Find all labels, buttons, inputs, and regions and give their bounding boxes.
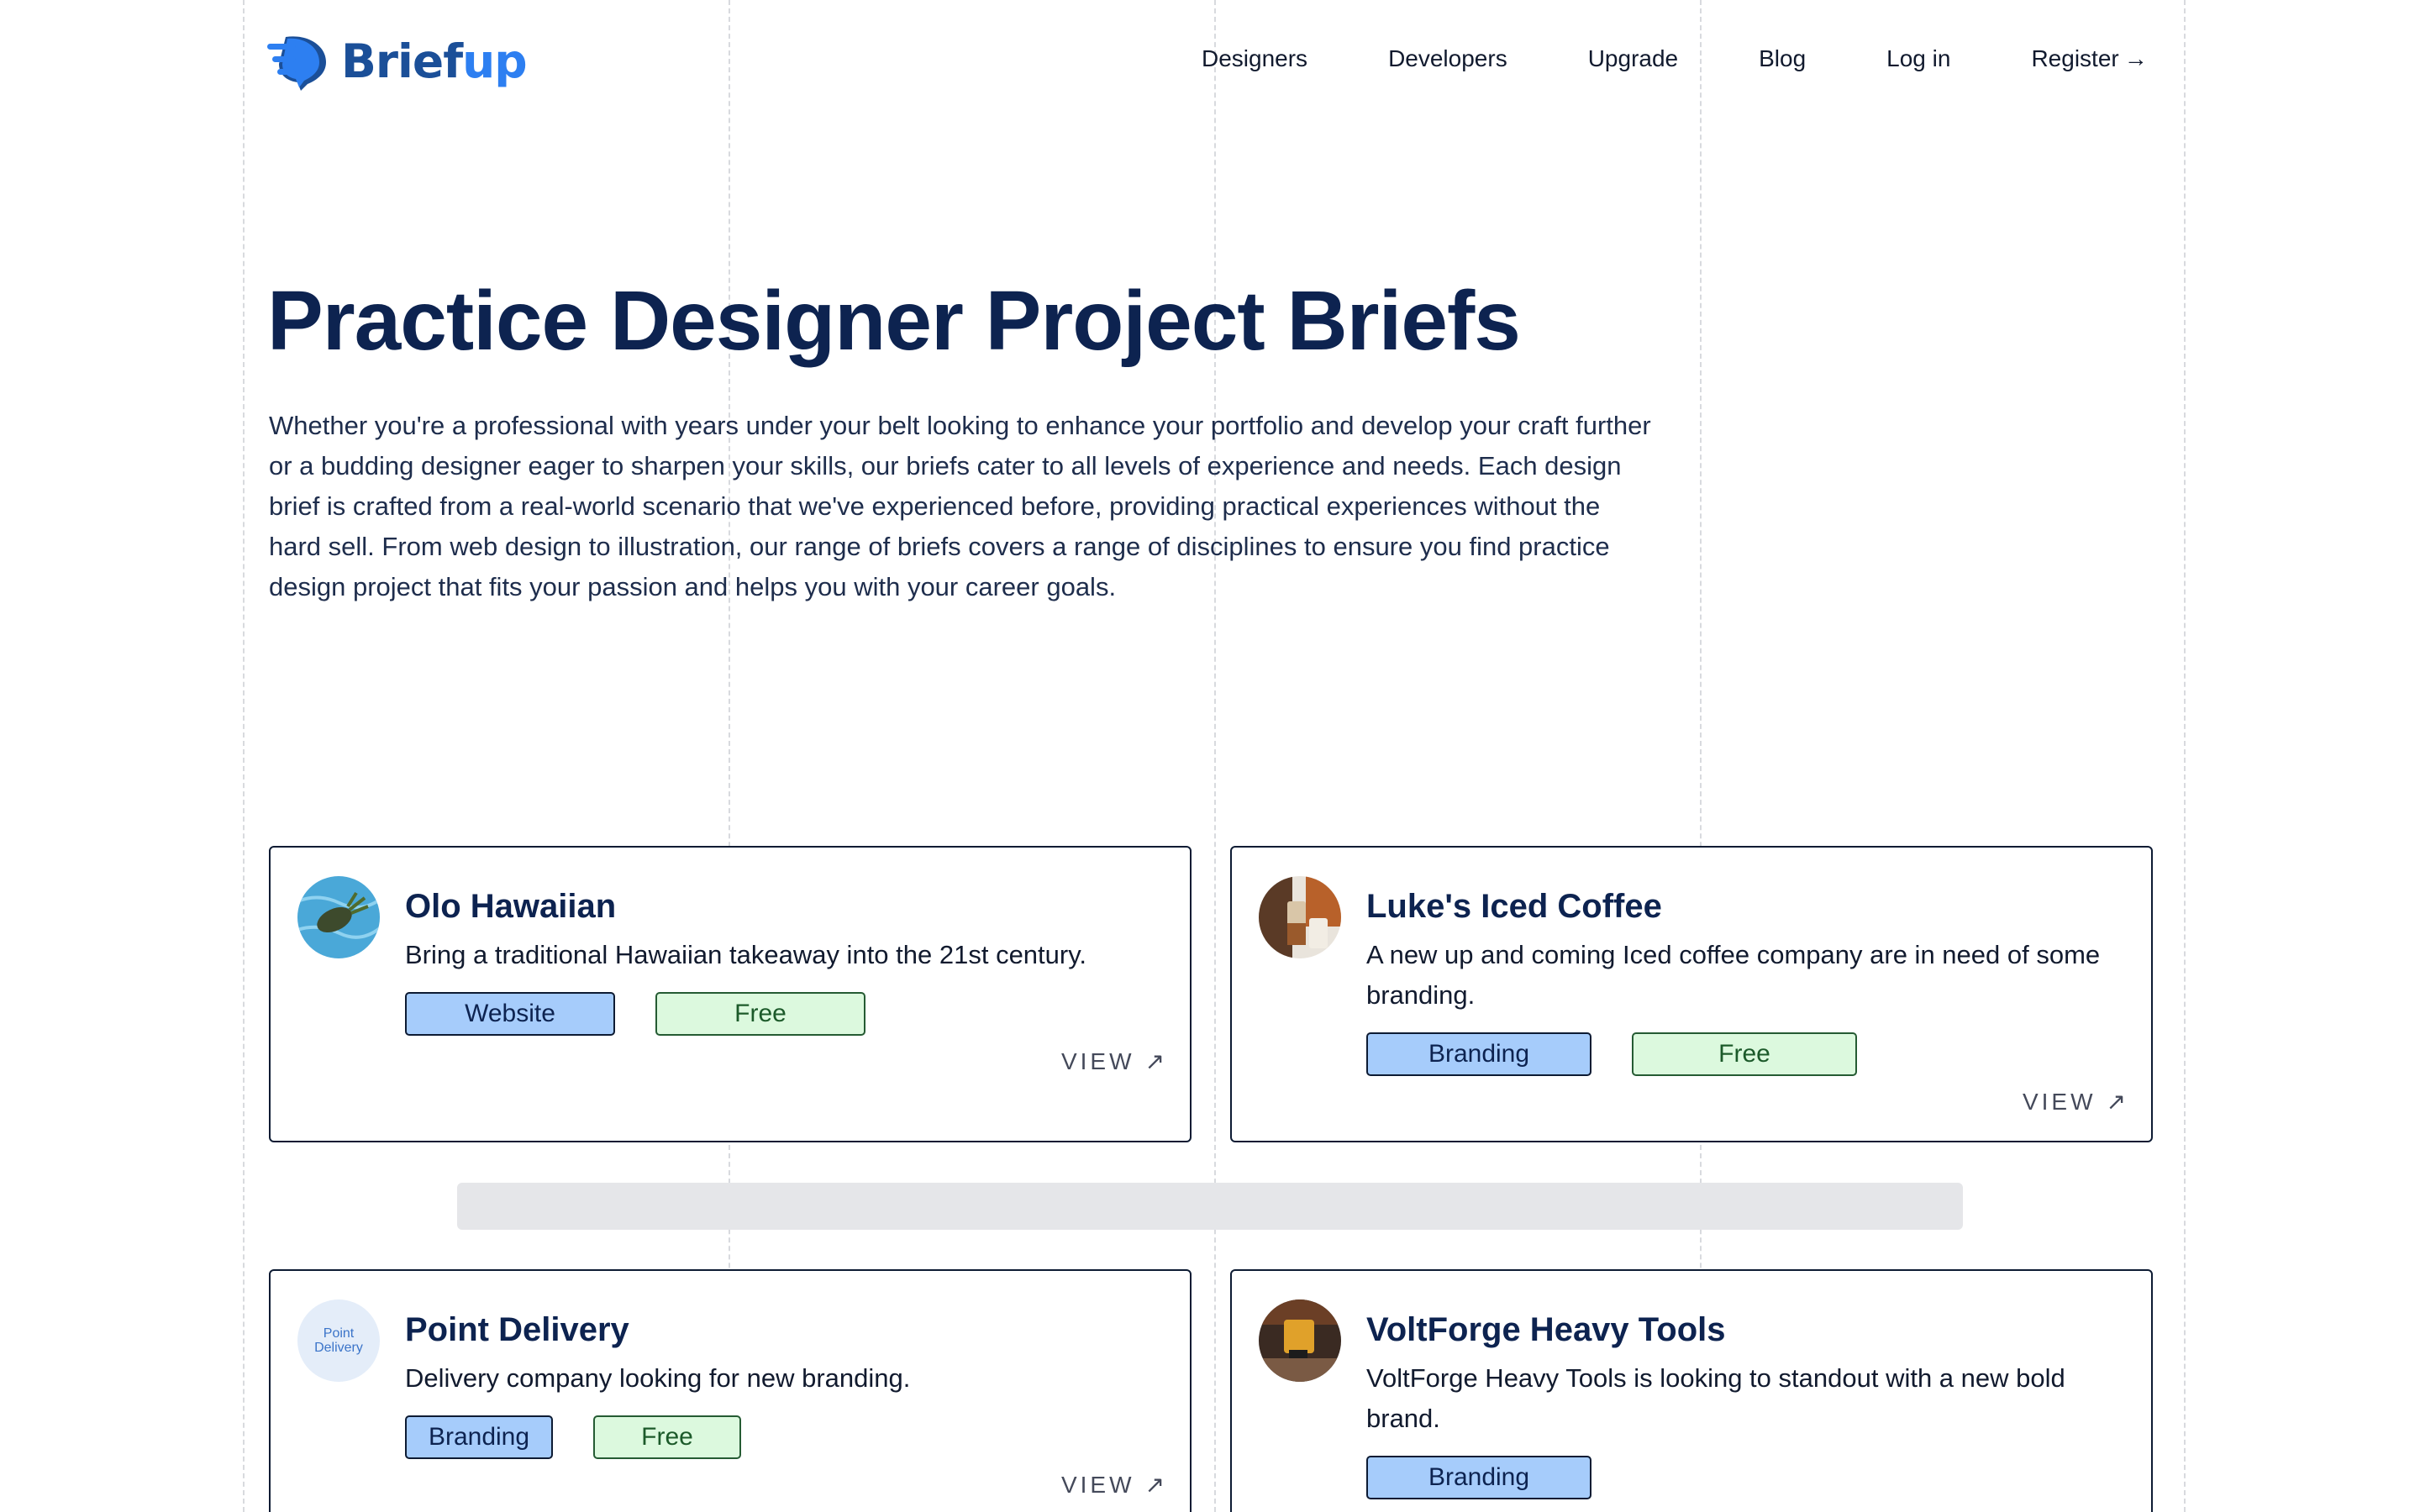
nav-upgrade[interactable]: Upgrade xyxy=(1588,45,1678,72)
nav-blog[interactable]: Blog xyxy=(1759,45,1806,72)
view-label: VIEW xyxy=(1060,1471,1135,1498)
tag-free: Free xyxy=(1632,1032,1857,1076)
briefup-logo-icon xyxy=(267,36,326,91)
brief-title[interactable]: VoltForge Heavy Tools xyxy=(1366,1301,2118,1358)
brief-description: A new up and coming Iced coffee company … xyxy=(1366,940,2101,1010)
page: Briefup Designers Developers Upgrade Blo… xyxy=(0,0,2420,1512)
briefup-logo[interactable]: Briefup xyxy=(267,32,528,91)
nav-log-in[interactable]: Log in xyxy=(1886,45,1950,72)
tag-branding: Branding xyxy=(1366,1456,1591,1499)
nav-designers[interactable]: Designers xyxy=(1202,45,1307,72)
brief-description: Delivery company looking for new brandin… xyxy=(405,1363,911,1393)
view-brief-link[interactable]: VIEW ↗ xyxy=(2023,1088,2126,1116)
brief-title[interactable]: Olo Hawaiian xyxy=(405,878,1156,935)
nav-register[interactable]: Register → xyxy=(2031,45,2147,72)
view-brief-link[interactable]: VIEW ↗ xyxy=(1061,1047,1165,1075)
brand-name: Briefup xyxy=(341,34,528,88)
brief-description: VoltForge Heavy Tools is looking to stan… xyxy=(1366,1363,2065,1433)
brief-title[interactable]: Point Delivery xyxy=(405,1301,1156,1358)
point-delivery-logo: Point Delivery xyxy=(297,1299,380,1382)
brief-description: Bring a traditional Hawaiian takeaway in… xyxy=(405,940,1087,969)
tag-branding: Branding xyxy=(405,1415,553,1459)
arrow-up-right-icon: ↗ xyxy=(2106,1089,2126,1115)
power-tool-avatar-image xyxy=(1259,1299,1341,1382)
main-nav: Designers Developers Upgrade Blog Log in… xyxy=(1202,45,2148,72)
tag-branding: Branding xyxy=(1366,1032,1591,1076)
point-delivery-logo-text-2: Delivery xyxy=(314,1341,363,1355)
tag-free: Free xyxy=(655,992,865,1036)
tag-free: Free xyxy=(593,1415,741,1459)
arrow-up-right-icon: ↗ xyxy=(1144,1472,1165,1498)
page-description: Whether you're a professional with years… xyxy=(269,411,1651,601)
register-label: Register xyxy=(2031,45,2119,71)
brief-card-point-delivery[interactable]: Point Delivery Point Delivery Delivery c… xyxy=(269,1269,1192,1512)
arrow-up-right-icon: ↗ xyxy=(1144,1048,1165,1074)
loading-placeholder xyxy=(457,1183,1963,1230)
view-label: VIEW xyxy=(1060,1047,1135,1074)
tag-website: Website xyxy=(405,992,615,1036)
iced-coffee-avatar-image xyxy=(1259,876,1341,958)
view-brief-link[interactable]: VIEW ↗ xyxy=(1061,1471,1165,1499)
arrow-right-icon: → xyxy=(2123,45,2148,71)
pineapple-avatar-image xyxy=(297,876,380,958)
brief-card-lukes-iced-coffee[interactable]: Luke's Iced Coffee A new up and coming I… xyxy=(1230,846,2153,1142)
page-title: Practice Designer Project Briefs xyxy=(267,274,1521,368)
brief-title[interactable]: Luke's Iced Coffee xyxy=(1366,878,2118,935)
view-label: VIEW xyxy=(2022,1088,2096,1115)
nav-developers[interactable]: Developers xyxy=(1388,45,1507,72)
brief-card-olo-hawaiian[interactable]: Olo Hawaiian Bring a traditional Hawaiia… xyxy=(269,846,1192,1142)
point-delivery-logo-text-1: Point xyxy=(323,1326,355,1341)
brief-card-voltforge-heavy-tools[interactable]: VoltForge Heavy Tools VoltForge Heavy To… xyxy=(1230,1269,2153,1512)
